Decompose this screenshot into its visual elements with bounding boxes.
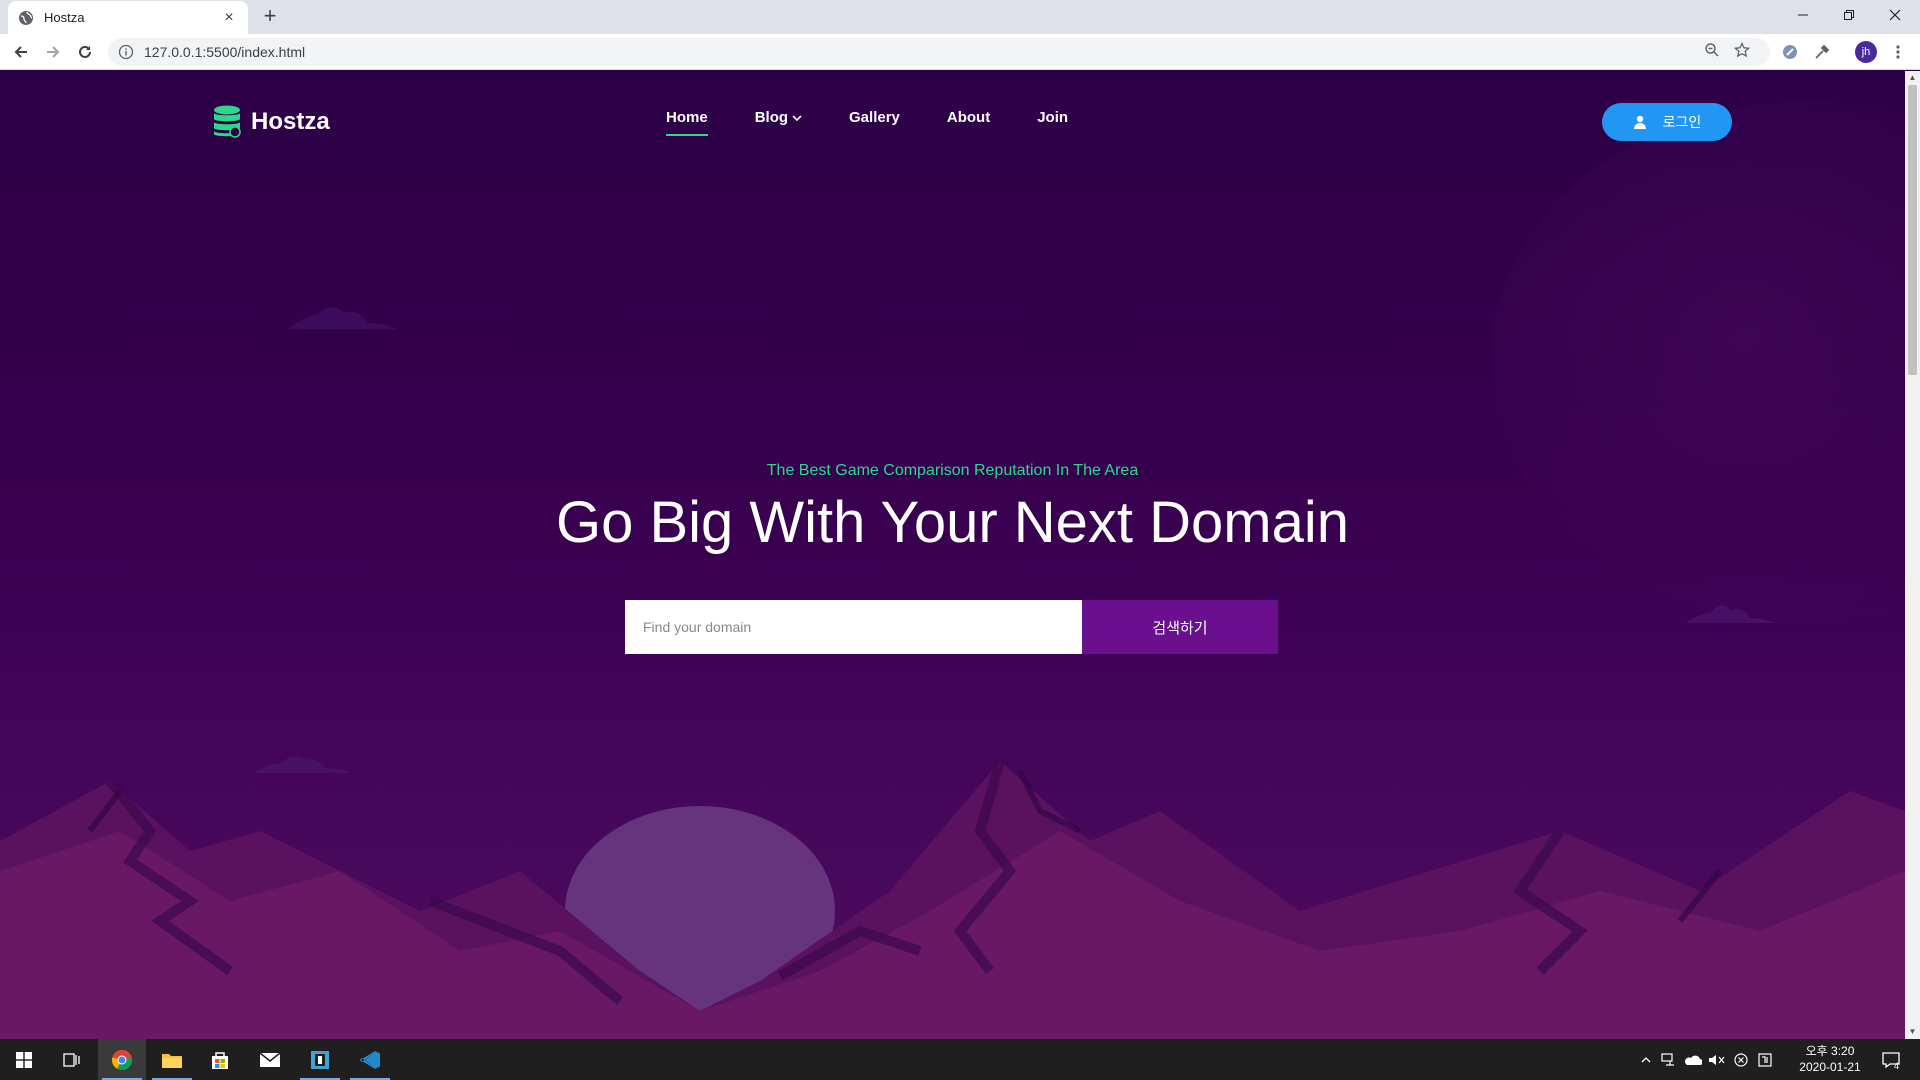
chevron-down-icon	[792, 114, 802, 121]
app-icon[interactable]	[296, 1039, 344, 1080]
reload-icon[interactable]	[73, 40, 97, 64]
browser-tab[interactable]: Hostza ×	[8, 1, 248, 34]
page-scrollbar[interactable]: ▲ ▼	[1905, 71, 1920, 1039]
nav-about[interactable]: About	[947, 109, 990, 126]
file-explorer-icon[interactable]	[148, 1039, 196, 1080]
site-logo[interactable]: Hostza	[213, 105, 330, 139]
address-bar[interactable]: 127.0.0.1:5500/index.html	[108, 38, 1770, 66]
login-button[interactable]: 로그인	[1602, 103, 1732, 141]
info-icon[interactable]	[118, 44, 134, 60]
task-view-icon[interactable]	[48, 1039, 96, 1080]
page-viewport: Hostza Home Blog Gallery About Join 로그인 …	[0, 71, 1905, 1039]
store-icon[interactable]	[196, 1039, 244, 1080]
back-icon[interactable]	[9, 40, 33, 64]
database-icon	[214, 105, 241, 138]
profile-avatar[interactable]: jh	[1854, 40, 1878, 64]
taskbar-clock[interactable]: 오후 3:20 2020-01-21	[1775, 1043, 1885, 1075]
url-text: 127.0.0.1:5500/index.html	[144, 44, 306, 60]
new-tab-button[interactable]: +	[258, 5, 282, 29]
windows-taskbar: 오후 3:20 2020-01-21 4	[0, 1039, 1920, 1080]
site-header: Hostza Home Blog Gallery About Join 로그인	[0, 71, 1905, 171]
browser-toolbar: 127.0.0.1:5500/index.html jh	[0, 34, 1920, 70]
hero-title: Go Big With Your Next Domain	[555, 490, 1350, 555]
hero-subtitle: The Best Game Comparison Reputation In T…	[766, 462, 1139, 479]
domain-search-input[interactable]	[625, 600, 1082, 654]
network-icon[interactable]	[1658, 1039, 1680, 1080]
close-icon[interactable]	[1872, 0, 1918, 30]
windows-start-icon[interactable]	[0, 1039, 48, 1080]
main-nav: Home Blog Gallery About Join	[666, 109, 1115, 136]
tab-strip: Hostza × +	[0, 0, 1920, 34]
forward-icon[interactable]	[41, 40, 65, 64]
onedrive-icon[interactable]	[1682, 1039, 1704, 1080]
volume-muted-icon[interactable]	[1706, 1039, 1728, 1080]
scroll-down-icon[interactable]: ▼	[1905, 1025, 1920, 1039]
user-icon	[1633, 115, 1646, 129]
extension-icon[interactable]	[1778, 40, 1802, 64]
scrollbar-thumb[interactable]	[1908, 85, 1917, 375]
logo-text: Hostza	[251, 108, 330, 135]
domain-search-form: 검색하기	[625, 600, 1278, 654]
scroll-up-icon[interactable]: ▲	[1905, 71, 1920, 85]
tab-close-icon[interactable]: ×	[220, 9, 238, 27]
tab-title: Hostza	[44, 10, 85, 25]
search-button[interactable]: 검색하기	[1082, 600, 1278, 654]
input-method-icon[interactable]	[1754, 1039, 1776, 1080]
action-center-icon[interactable]: 4	[1876, 1039, 1906, 1080]
zoom-icon[interactable]	[1704, 42, 1720, 63]
clock-time: 오후 3:20	[1805, 1044, 1855, 1058]
chrome-icon[interactable]	[98, 1039, 146, 1080]
status-x-icon[interactable]	[1730, 1039, 1752, 1080]
globe-icon	[18, 10, 34, 26]
tray-overflow-icon[interactable]	[1636, 1039, 1656, 1080]
mail-icon[interactable]	[246, 1039, 294, 1080]
nav-blog[interactable]: Blog	[755, 109, 802, 126]
vscode-icon[interactable]	[346, 1039, 394, 1080]
menu-icon[interactable]	[1886, 40, 1910, 64]
nav-join[interactable]: Join	[1037, 109, 1068, 126]
star-icon[interactable]	[1733, 41, 1751, 63]
minimize-icon[interactable]	[1780, 0, 1826, 30]
nav-gallery[interactable]: Gallery	[849, 109, 900, 126]
notification-count: 4	[1894, 1061, 1900, 1071]
eyedropper-icon[interactable]	[1810, 40, 1834, 64]
restore-icon[interactable]	[1826, 0, 1872, 30]
clock-date: 2020-01-21	[1799, 1060, 1861, 1074]
nav-home[interactable]: Home	[666, 109, 708, 136]
